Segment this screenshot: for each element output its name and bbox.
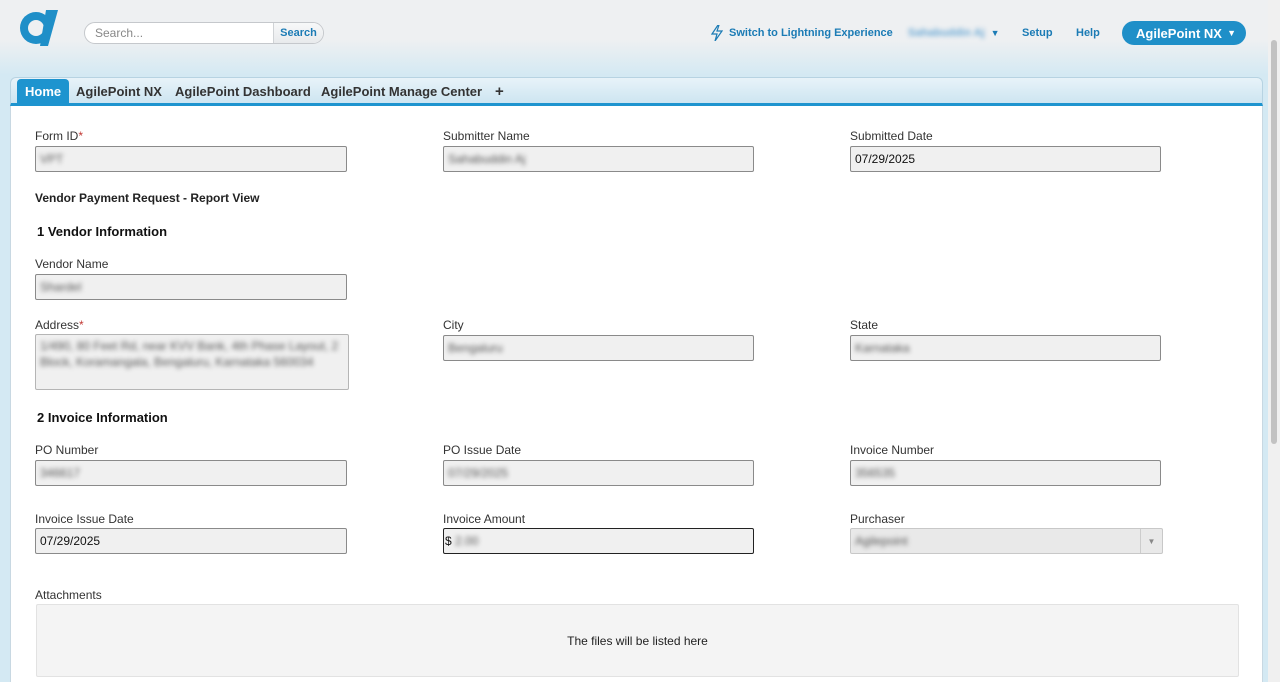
attachments-dropzone[interactable]: The files will be listed here [36, 604, 1239, 677]
address-label: Address* [35, 318, 84, 332]
invoice-number-field[interactable]: 356535 [850, 460, 1161, 486]
tab-agilepoint-manage-center[interactable]: AgilePoint Manage Center [321, 78, 482, 104]
add-tab-icon[interactable]: + [495, 78, 504, 104]
form-panel: Form ID* VPT Submitter Name Sahabuddin A… [10, 106, 1263, 682]
search-box: Search [84, 22, 324, 44]
section-vendor-information: 1 Vendor Information [37, 224, 168, 239]
state-label: State [850, 318, 879, 332]
top-header: Search Switch to Lightning Experience Sa… [0, 0, 1280, 68]
city-field[interactable]: Bengaluru [443, 335, 754, 361]
attachments-placeholder: The files will be listed here [567, 633, 708, 648]
form-id-field[interactable]: VPT [35, 146, 347, 172]
invoice-amount-label: Invoice Amount [443, 512, 526, 526]
chevron-down-icon: ▼ [1140, 529, 1162, 553]
po-issue-date-field[interactable]: 07/29/2025 [443, 460, 754, 486]
po-number-field[interactable]: 346617 [35, 460, 347, 486]
submitted-date-label: Submitted Date [850, 129, 933, 143]
setup-link[interactable]: Setup [1022, 27, 1053, 39]
tab-agilepoint-nx[interactable]: AgilePoint NX [76, 78, 162, 104]
scrollbar-thumb[interactable] [1271, 40, 1277, 444]
currency-symbol: $ [445, 534, 452, 548]
city-label: City [443, 318, 464, 332]
page-scrollbar[interactable] [1268, 0, 1280, 682]
purchaser-select[interactable]: Agilepoint ▼ [850, 528, 1163, 554]
submitted-date-field[interactable]: 07/29/2025 [850, 146, 1161, 172]
submitter-field[interactable]: Sahabuddin Aj [443, 146, 754, 172]
submitter-label: Submitter Name [443, 129, 530, 143]
form-id-label: Form ID* [35, 129, 84, 143]
address-textarea[interactable]: 1/490, 80 Feet Rd, near KVV Bank, 4th Ph… [35, 334, 349, 390]
agilepoint-logo-icon[interactable] [14, 6, 62, 46]
search-button[interactable]: Search [273, 23, 323, 43]
section-invoice-information: 2 Invoice Information [37, 410, 168, 425]
attachments-label: Attachments [35, 588, 102, 602]
chevron-down-icon: ▼ [1227, 28, 1236, 38]
help-link[interactable]: Help [1076, 27, 1100, 39]
tab-home[interactable]: Home [17, 79, 70, 104]
po-number-label: PO Number [35, 443, 99, 457]
tab-bar: Home AgilePoint NX AgilePoint Dashboard … [10, 77, 1263, 106]
chevron-down-icon: ▼ [990, 28, 1000, 38]
invoice-number-label: Invoice Number [850, 443, 935, 457]
invoice-issue-date-label: Invoice Issue Date [35, 512, 134, 526]
invoice-amount-field[interactable]: $ 2.00 [443, 528, 754, 554]
invoice-issue-date-field[interactable]: 07/29/2025 [35, 528, 347, 554]
app-menu-label: AgilePoint NX [1136, 25, 1222, 41]
app-menu-button[interactable]: AgilePoint NX ▼ [1122, 21, 1246, 45]
state-field[interactable]: Karnataka [850, 335, 1161, 361]
vendor-name-label: Vendor Name [35, 257, 109, 271]
user-menu[interactable]: Sahabuddin Aj ▼ [908, 25, 1000, 41]
purchaser-label: Purchaser [850, 512, 905, 526]
tab-agilepoint-dashboard[interactable]: AgilePoint Dashboard [175, 78, 311, 104]
user-name: Sahabuddin Aj [908, 27, 985, 39]
lightning-bolt-icon [711, 25, 723, 41]
lightning-link[interactable]: Switch to Lightning Experience [711, 25, 893, 41]
lightning-link-label: Switch to Lightning Experience [729, 27, 893, 39]
po-issue-date-label: PO Issue Date [443, 443, 522, 457]
vendor-name-field[interactable]: Shardel [35, 274, 347, 300]
report-title: Vendor Payment Request - Report View [35, 191, 260, 205]
search-input[interactable] [85, 23, 273, 43]
